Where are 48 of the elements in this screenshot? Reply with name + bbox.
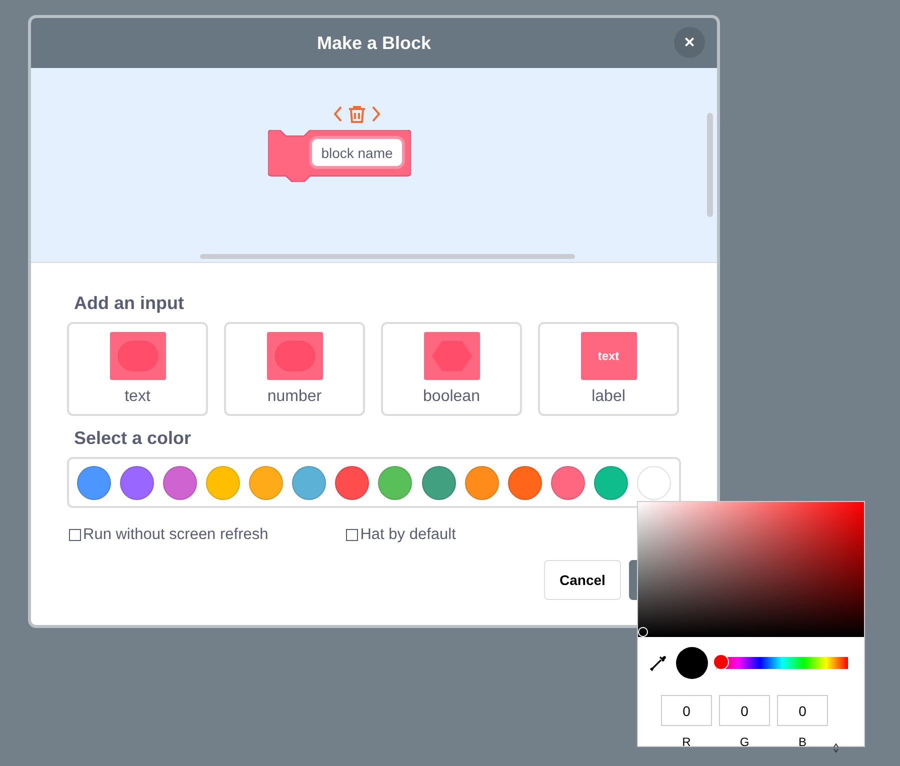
section-heading: Add an input (74, 293, 185, 314)
saturation-area[interactable] (638, 502, 864, 637)
channel-label: R (681, 735, 692, 749)
input-type-button[interactable]: boolean (381, 322, 522, 416)
hue-slider[interactable] (716, 657, 848, 669)
color-swatch[interactable] (550, 466, 585, 500)
color-swatch[interactable] (206, 466, 240, 500)
label-input-icon: text (580, 332, 636, 380)
close-button[interactable]: × (674, 27, 705, 58)
rounded-input-icon (266, 332, 322, 380)
current-color-swatch (676, 647, 708, 679)
color-swatch[interactable] (120, 466, 154, 500)
color-swatch[interactable] (77, 466, 111, 500)
input-type-button[interactable]: number (224, 322, 365, 416)
channel-field[interactable]: 0 (661, 695, 712, 726)
color-swatch[interactable] (422, 466, 456, 500)
color-swatch[interactable] (335, 466, 370, 500)
color-swatch[interactable] (378, 466, 412, 500)
hue-handle[interactable] (713, 654, 729, 670)
channel-field[interactable]: 0 (719, 695, 770, 726)
horizontal-scrollbar[interactable] (200, 254, 575, 259)
option-label: Run without screen refresh (83, 526, 268, 544)
channel-label: B (797, 735, 808, 749)
block-name-field[interactable]: block name (312, 139, 402, 166)
up-down-icon[interactable] (833, 743, 839, 753)
checkbox[interactable] (346, 529, 358, 541)
cancel-button[interactable]: Cancel (544, 560, 621, 600)
color-swatch[interactable] (508, 466, 542, 500)
color-swatch[interactable] (249, 466, 284, 500)
color-swatch[interactable] (594, 466, 628, 500)
input-type-button[interactable]: text (67, 322, 208, 416)
channel-label: G (738, 735, 750, 749)
color-swatch[interactable] (292, 466, 326, 500)
vertical-scrollbar[interactable] (707, 113, 713, 217)
input-type-button[interactable]: text label (538, 322, 679, 416)
option-label: Hat by default (360, 526, 456, 544)
color-swatch[interactable] (636, 466, 671, 500)
channel-field[interactable]: 0 (777, 695, 828, 726)
color-swatch[interactable] (163, 466, 198, 500)
block-tools-drawing[interactable] (334, 105, 380, 123)
section-heading: Select a color (74, 428, 192, 449)
eyedropper-icon[interactable] (650, 655, 666, 671)
rounded-input-icon (110, 332, 166, 380)
hexagon-input-icon (424, 332, 480, 380)
color-swatch[interactable] (464, 466, 499, 500)
dialog-title: Make a Block (316, 32, 432, 54)
checkbox[interactable] (69, 529, 81, 541)
saturation-handle[interactable] (638, 627, 648, 637)
